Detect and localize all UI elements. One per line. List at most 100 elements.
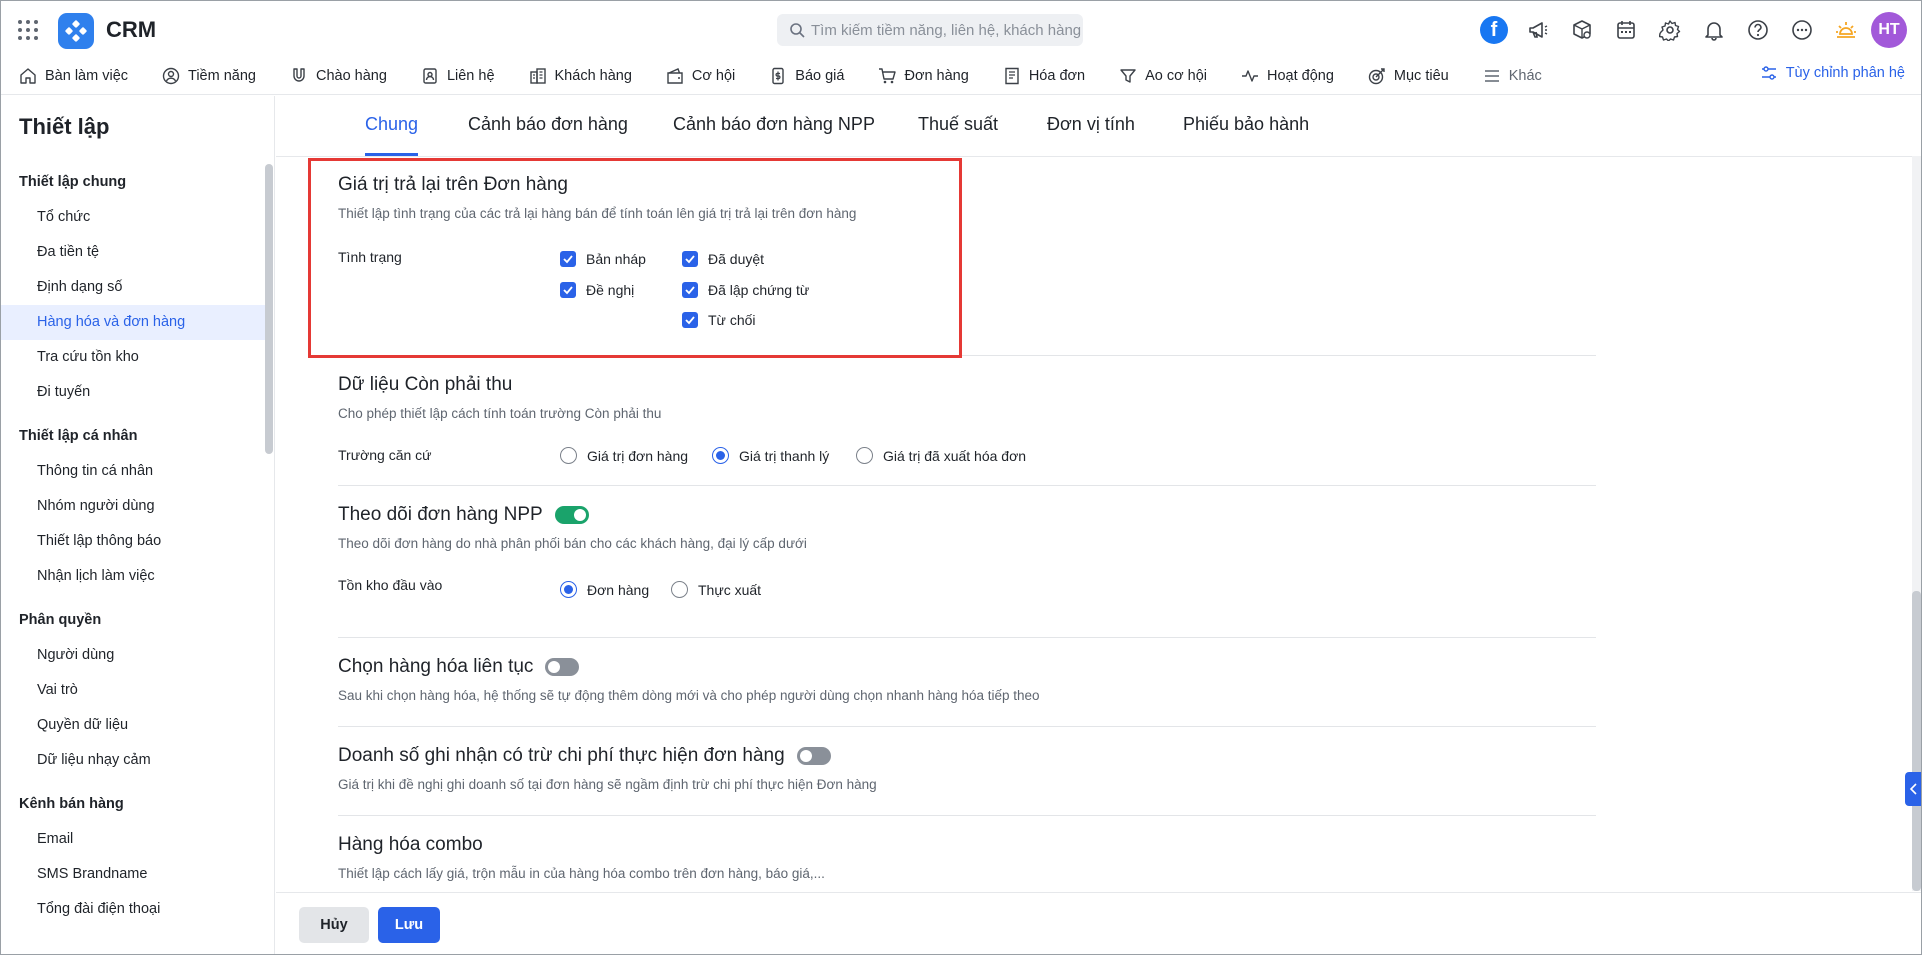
nav-item-tiem-nang[interactable]: Tiềm năng <box>162 67 256 85</box>
global-search[interactable] <box>777 14 1083 46</box>
sidebar-menu: Thiết lập chung Tổ chức Đa tiền tệ Định … <box>1 156 265 927</box>
section-title: Doanh số ghi nhận có trừ chi phí thực hi… <box>338 745 785 766</box>
radio-don-hang[interactable]: Đơn hàng <box>560 581 649 598</box>
megaphone-icon[interactable] <box>1521 13 1555 47</box>
tab-phieu-bao-hanh[interactable]: Phiếu bảo hành <box>1183 114 1309 135</box>
sidebar-scrollbar[interactable] <box>265 164 273 454</box>
cancel-button[interactable]: Hủy <box>299 907 369 943</box>
radio-unselected-icon <box>560 447 577 464</box>
radio-gia-tri-da-xuat-hoa-don[interactable]: Giá trị đã xuất hóa đơn <box>856 447 1026 464</box>
radio-gia-tri-don-hang[interactable]: Giá trị đơn hàng <box>560 447 688 464</box>
radio-unselected-icon <box>856 447 873 464</box>
nav-item-co-hoi[interactable]: Cơ hội <box>666 67 735 85</box>
customize-modules-link[interactable]: Tùy chỉnh phân hệ <box>1760 64 1905 82</box>
section-desc: Thiết lập tình trạng của các trả lại hàn… <box>338 206 857 221</box>
section-desc: Giá trị khi đề nghị ghi doanh số tại đơn… <box>338 777 877 792</box>
revenue-cost-toggle[interactable] <box>796 747 831 765</box>
section-desc: Theo dõi đơn hàng do nhà phân phối bán c… <box>338 536 807 551</box>
nav-item-don-hang[interactable]: Đơn hàng <box>878 67 969 85</box>
search-input[interactable] <box>811 21 1081 39</box>
sidebar-item[interactable]: Đi tuyến <box>1 375 265 410</box>
radio-selected-icon <box>712 447 729 464</box>
checkbox-tu-choi[interactable]: Từ chối <box>682 312 756 328</box>
settings-sidebar: Thiết lập Thiết lập chung Tổ chức Đa tiề… <box>1 96 275 954</box>
nav-item-lien-he[interactable]: Liên hệ <box>421 67 495 85</box>
sidebar-item[interactable]: Nhóm người dùng <box>1 489 265 524</box>
content-scrollbar[interactable] <box>1912 591 1921 891</box>
checkbox-da-duyet[interactable]: Đã duyệt <box>682 251 764 267</box>
field-label: Trường căn cứ <box>338 447 432 463</box>
checkbox-da-lap-chung-tu[interactable]: Đã lập chứng từ <box>682 282 809 298</box>
sidebar-item[interactable]: Vai trò <box>1 673 265 708</box>
nav-item-chao-hang[interactable]: Chào hàng <box>290 67 387 85</box>
tab-canh-bao-don-hang-npp[interactable]: Cảnh báo đơn hàng NPP <box>673 114 875 135</box>
sidebar-item[interactable]: Tổng đài điện thoại <box>1 892 265 927</box>
sun-icon[interactable] <box>1829 13 1863 47</box>
checkbox-ban-nhap[interactable]: Bản nháp <box>560 251 646 267</box>
nav-item-ban-lam-viec[interactable]: Bàn làm việc <box>19 67 128 85</box>
continuous-select-toggle[interactable] <box>545 658 580 676</box>
sidebar-item[interactable]: Quyền dữ liệu <box>1 708 265 743</box>
nav-item-label: Chào hàng <box>315 67 387 84</box>
tab-thue-suat[interactable]: Thuế suất <box>918 114 998 135</box>
help-icon[interactable] <box>1741 13 1775 47</box>
section-npp-tracking: Theo dõi đơn hàng NPP Theo dõi đơn hàng … <box>338 504 1596 551</box>
crm-logo-icon[interactable] <box>58 13 94 49</box>
section-title-row: Doanh số ghi nhận có trừ chi phí thực hi… <box>338 745 1596 767</box>
action-footer: Hủy Lưu <box>276 892 1921 954</box>
checkbox-label: Từ chối <box>708 312 756 328</box>
tab-don-vi-tinh[interactable]: Đơn vị tính <box>1047 114 1135 135</box>
bell-icon[interactable] <box>1697 13 1731 47</box>
sidebar-item[interactable]: Định dạng số <box>1 270 265 305</box>
top-bar-actions: f HT <box>1467 12 1921 48</box>
radio-thuc-xuat[interactable]: Thực xuất <box>671 581 761 598</box>
nav-item-label: Khác <box>1508 67 1542 84</box>
checkbox-checked-icon <box>682 312 698 328</box>
app-window: CRM f <box>0 0 1922 955</box>
sidebar-item[interactable]: Thiết lập thông báo <box>1 524 265 559</box>
checkbox-de-nghi[interactable]: Đề nghị <box>560 282 634 298</box>
nav-item-label: Hoạt động <box>1266 67 1334 84</box>
nav-item-bao-gia[interactable]: Báo giá <box>769 67 844 85</box>
checkbox-checked-icon <box>682 282 698 298</box>
nav-item-hoat-dong[interactable]: Hoạt động <box>1241 67 1334 85</box>
nav-item-label: Tiềm năng <box>188 67 256 84</box>
expand-panel-button[interactable] <box>1905 772 1921 806</box>
sidebar-item[interactable]: Nhận lịch làm việc <box>1 559 265 594</box>
box-search-icon[interactable] <box>1565 13 1599 47</box>
sidebar-item[interactable]: SMS Brandname <box>1 857 265 892</box>
activity-icon <box>1241 67 1267 85</box>
sidebar-item[interactable]: Đa tiền tệ <box>1 235 265 270</box>
sidebar-item[interactable]: Dữ liệu nhạy cảm <box>1 743 265 778</box>
nav-item-khach-hang[interactable]: Khách hàng <box>529 67 632 85</box>
sidebar-item[interactable]: Tra cứu tồn kho <box>1 340 265 375</box>
section-title: Chọn hàng hóa liên tục <box>338 656 534 677</box>
nav-item-more[interactable]: Khác <box>1483 67 1542 85</box>
section-title: Theo dõi đơn hàng NPP <box>338 504 543 525</box>
sidebar-item-active[interactable]: Hàng hóa và đơn hàng <box>1 305 265 340</box>
cart-icon <box>878 67 904 85</box>
tab-canh-bao-don-hang[interactable]: Cảnh báo đơn hàng <box>468 114 628 135</box>
calendar-icon[interactable] <box>1609 13 1643 47</box>
nav-item-muc-tieu[interactable]: Mục tiêu <box>1368 67 1449 85</box>
nav-item-label: Đơn hàng <box>904 67 969 84</box>
tab-chung[interactable]: Chung <box>365 114 418 135</box>
section-return-value: Giá trị trả lại trên Đơn hàng Thiết lập … <box>338 174 1596 221</box>
more-dots-icon[interactable] <box>1785 13 1819 47</box>
radio-gia-tri-thanh-ly[interactable]: Giá trị thanh lý <box>712 447 829 464</box>
section-desc: Sau khi chọn hàng hóa, hệ thống sẽ tự độ… <box>338 688 1040 703</box>
npp-tracking-toggle[interactable] <box>554 506 589 524</box>
section-divider <box>338 726 1596 727</box>
app-launcher-icon[interactable] <box>17 19 39 41</box>
avatar[interactable]: HT <box>1871 12 1907 48</box>
save-button[interactable]: Lưu <box>378 907 440 943</box>
sidebar-item[interactable]: Người dùng <box>1 638 265 673</box>
sidebar-item[interactable]: Tổ chức <box>1 200 265 235</box>
sidebar-item[interactable]: Email <box>1 822 265 857</box>
nav-item-hoa-don[interactable]: Hóa đơn <box>1003 67 1085 85</box>
section-revenue-cost: Doanh số ghi nhận có trừ chi phí thực hi… <box>338 745 1596 792</box>
gear-icon[interactable] <box>1653 13 1687 47</box>
facebook-icon[interactable]: f <box>1477 13 1511 47</box>
sidebar-item[interactable]: Thông tin cá nhân <box>1 454 265 489</box>
nav-item-ao-co-hoi[interactable]: Ao cơ hội <box>1119 67 1207 85</box>
